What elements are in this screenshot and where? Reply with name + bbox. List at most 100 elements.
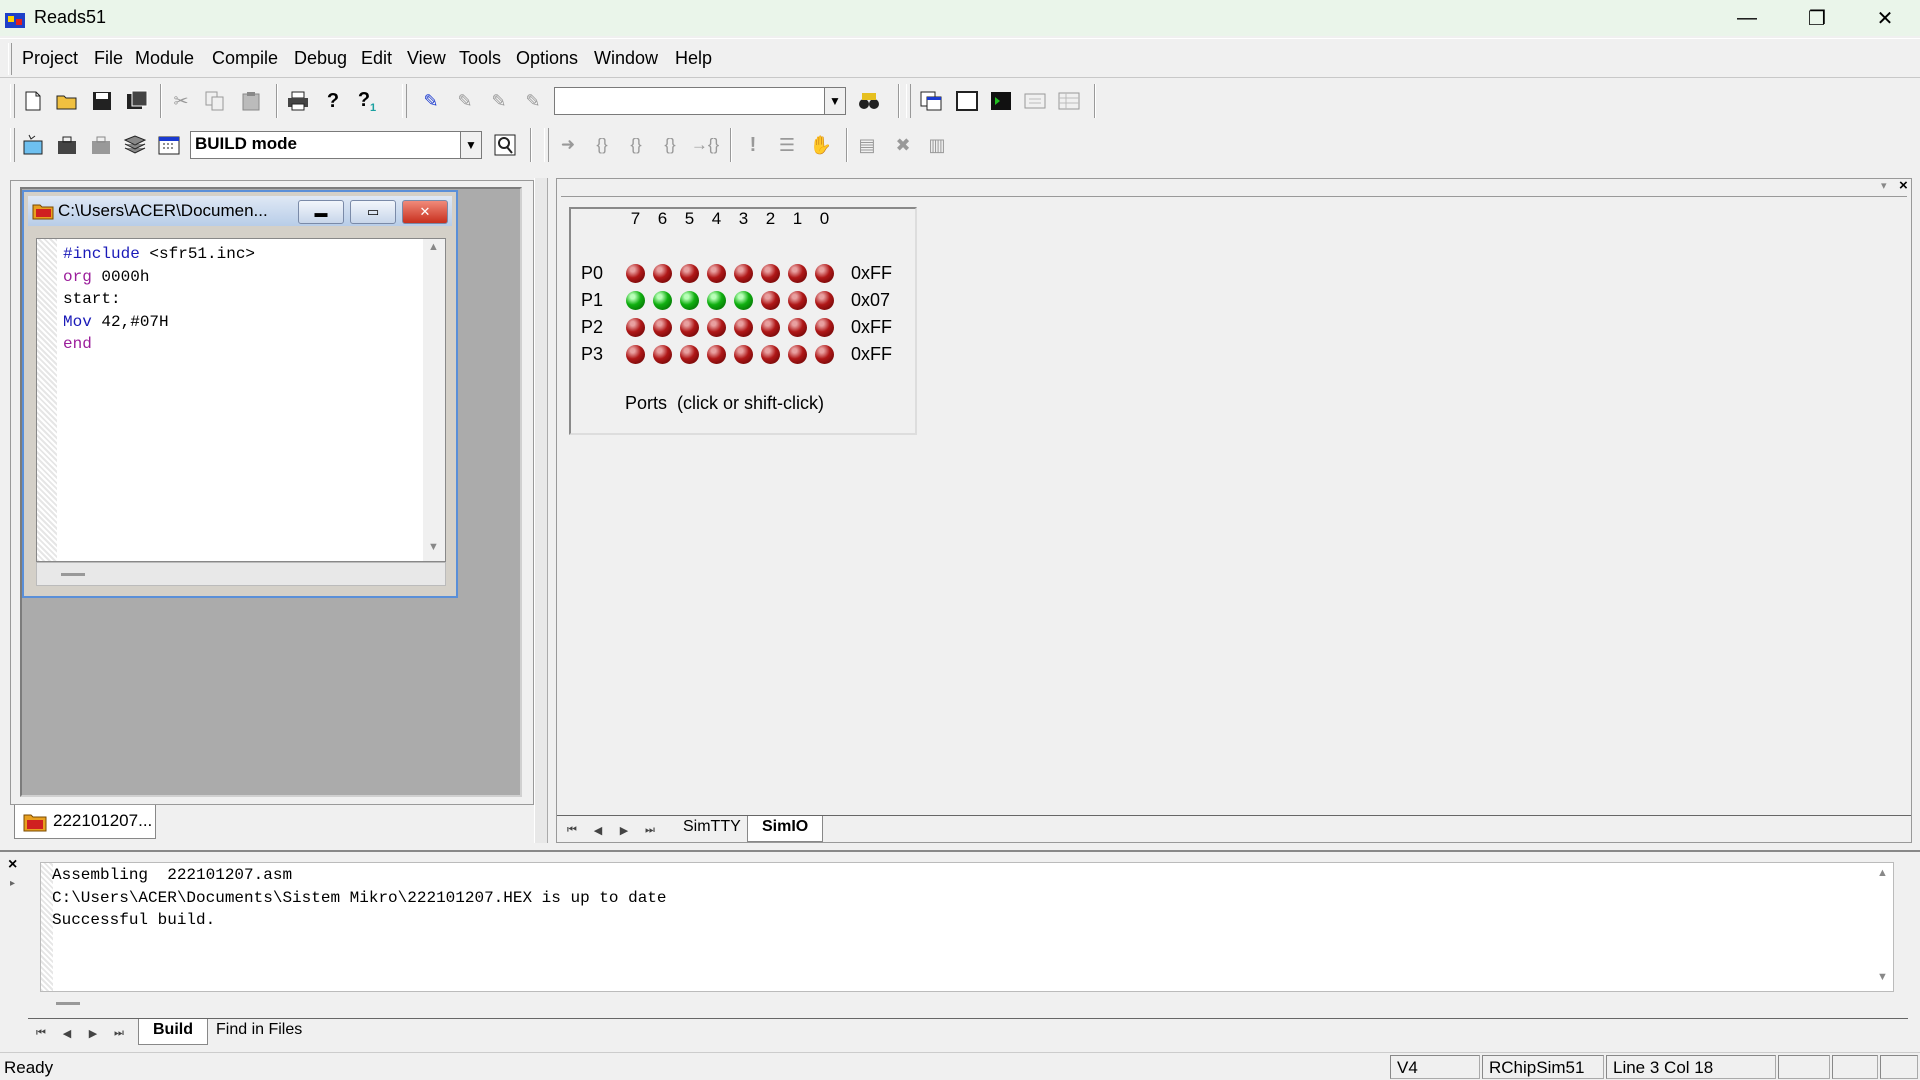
mode-select[interactable]: BUILD mode (190, 131, 462, 159)
close-project-button[interactable] (86, 130, 116, 160)
scroll-down-icon[interactable]: ▼ (1877, 971, 1888, 983)
led-p3-b3[interactable] (734, 345, 753, 364)
menu-file[interactable]: File (94, 48, 123, 69)
mode-select-dropdown[interactable]: ▼ (460, 131, 482, 159)
terminal-button[interactable] (986, 86, 1016, 116)
save-all-button[interactable] (122, 86, 152, 116)
step-into-button[interactable]: {} (587, 130, 617, 160)
output-close-icon[interactable]: × (8, 856, 17, 874)
close-button[interactable]: ✕ (1850, 0, 1920, 36)
led-p0-b4[interactable] (707, 264, 726, 283)
pane-close-icon[interactable]: × (1899, 177, 1908, 194)
led-p2-b6[interactable] (653, 318, 672, 337)
led-p1-b6[interactable] (653, 291, 672, 310)
watch-button[interactable]: ▤ (852, 130, 882, 160)
stop-button[interactable]: ✋ (806, 130, 836, 160)
registers-button[interactable] (1020, 86, 1050, 116)
led-p0-b1[interactable] (788, 264, 807, 283)
led-p1-b5[interactable] (680, 291, 699, 310)
editor-close-button[interactable]: ✕ (402, 200, 448, 224)
editor-vertical-scrollbar[interactable]: ▲ ▼ (423, 239, 445, 561)
run-button[interactable]: ➜ (553, 130, 583, 160)
tab-simtty[interactable]: SimTTY (669, 816, 755, 842)
led-p3-b1[interactable] (788, 345, 807, 364)
restore-button[interactable]: ❐ (1782, 0, 1852, 36)
menu-tools[interactable]: Tools (459, 48, 501, 69)
scroll-down-icon[interactable]: ▼ (428, 541, 439, 553)
led-p2-b7[interactable] (626, 318, 645, 337)
output-window-button[interactable] (952, 86, 982, 116)
toolbar-grip[interactable] (10, 128, 15, 162)
save-button[interactable] (87, 86, 117, 116)
horizontal-scroll-thumb[interactable] (56, 1002, 80, 1005)
tab-next-button[interactable]: ▶ (613, 819, 635, 841)
led-p0-b5[interactable] (680, 264, 699, 283)
led-p2-b5[interactable] (680, 318, 699, 337)
list-button[interactable]: ☰ (772, 130, 802, 160)
scroll-up-icon[interactable]: ▲ (428, 241, 439, 253)
tab-prev-button[interactable]: ◀ (56, 1022, 78, 1044)
project-options-button[interactable] (120, 130, 150, 160)
open-file-button[interactable] (52, 86, 82, 116)
disassembly-button[interactable]: ▥ (922, 130, 952, 160)
led-p3-b7[interactable] (626, 345, 645, 364)
led-p3-b6[interactable] (653, 345, 672, 364)
toolbar-grip[interactable] (544, 128, 549, 162)
menu-debug[interactable]: Debug (294, 48, 347, 69)
menu-module[interactable]: Module (135, 48, 194, 69)
editor-maximize-button[interactable]: ▭ (350, 200, 396, 224)
clear-breakpoints-button[interactable]: ✖ (888, 130, 918, 160)
project-file-tab[interactable]: 222101207... (14, 805, 156, 839)
minimize-button[interactable]: — (1712, 0, 1782, 36)
led-p0-b2[interactable] (761, 264, 780, 283)
led-p2-b3[interactable] (734, 318, 753, 337)
led-p0-b6[interactable] (653, 264, 672, 283)
toolbar-grip[interactable] (402, 84, 407, 118)
new-file-button[interactable] (18, 86, 48, 116)
find-button[interactable] (854, 86, 884, 116)
led-p2-b1[interactable] (788, 318, 807, 337)
led-p0-b7[interactable] (626, 264, 645, 283)
menu-view[interactable]: View (407, 48, 446, 69)
tab-first-button[interactable]: ⏮ (561, 819, 583, 841)
new-project-button[interactable] (18, 130, 48, 160)
editor-window-titlebar[interactable]: C:\Users\ACER\Documen... ▬ ▭ ✕ (28, 196, 452, 226)
led-p2-b4[interactable] (707, 318, 726, 337)
output-horizontal-scrollbar[interactable] (40, 994, 1894, 1016)
tab-last-button[interactable]: ⏭ (108, 1022, 130, 1044)
led-p1-b0[interactable] (815, 291, 834, 310)
menu-project[interactable]: Project (22, 48, 78, 69)
paste-button[interactable] (236, 86, 266, 116)
step-over-button[interactable]: {} (621, 130, 651, 160)
find-combo[interactable] (554, 87, 844, 115)
pane-menu-icon[interactable]: ▾ (1881, 179, 1887, 192)
vertical-splitter[interactable] (534, 178, 548, 843)
toggle-bookmark-button[interactable]: ✎ (416, 86, 446, 116)
led-p1-b1[interactable] (788, 291, 807, 310)
cut-button[interactable]: ✂ (166, 86, 196, 116)
breakpoint-button[interactable]: ! (738, 130, 768, 160)
open-project-button[interactable] (52, 130, 82, 160)
tab-simio[interactable]: SimIO (747, 816, 824, 842)
scroll-up-icon[interactable]: ▲ (1877, 867, 1888, 879)
calendar-button[interactable] (154, 130, 184, 160)
editor-minimize-button[interactable]: ▬ (298, 200, 344, 224)
code-text[interactable]: #include <sfr51.inc> org 0000h start: Mov 4… (63, 243, 255, 356)
led-p0-b0[interactable] (815, 264, 834, 283)
menu-compile[interactable]: Compile (212, 48, 278, 69)
menu-edit[interactable]: Edit (361, 48, 392, 69)
editor-horizontal-scrollbar[interactable] (36, 562, 446, 586)
led-p3-b5[interactable] (680, 345, 699, 364)
led-p1-b3[interactable] (734, 291, 753, 310)
clear-bookmarks-button[interactable]: ✎ (518, 86, 548, 116)
tab-first-button[interactable]: ⏮ (30, 1022, 52, 1044)
find-combo-dropdown[interactable]: ▼ (824, 87, 846, 115)
led-p2-b2[interactable] (761, 318, 780, 337)
tab-build[interactable]: Build (138, 1019, 208, 1045)
prev-bookmark-button[interactable]: ✎ (484, 86, 514, 116)
led-p1-b7[interactable] (626, 291, 645, 310)
tab-find-in-files[interactable]: Find in Files (202, 1019, 316, 1045)
build-target-button[interactable] (490, 130, 520, 160)
step-out-button[interactable]: {} (655, 130, 685, 160)
led-p2-b0[interactable] (815, 318, 834, 337)
